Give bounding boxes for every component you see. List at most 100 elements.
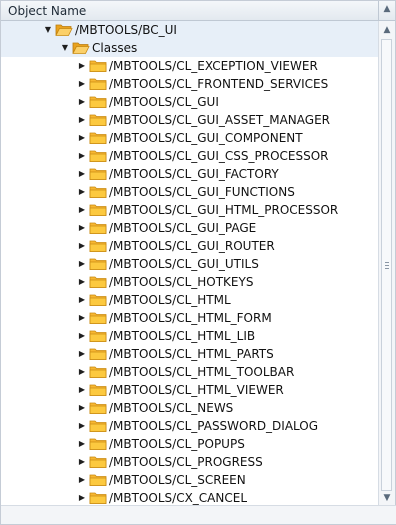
tree-node-class[interactable]: ▶ /MBTOOLS/CL_GUI_HTML_PROCESSOR [1, 201, 379, 219]
tree-node-class[interactable]: ▶ /MBTOOLS/CL_GUI_UTILS [1, 255, 379, 273]
collapse-arrow-icon[interactable]: ▼ [59, 39, 71, 57]
folder-icon [89, 60, 107, 72]
folder-icon [89, 384, 107, 396]
expand-arrow-icon[interactable]: ▶ [76, 93, 88, 111]
object-tree-window: Object Name ▲ ▼ /MBTOOLS/BC_UI ▼ Classes… [0, 0, 396, 525]
folder-icon [89, 438, 107, 450]
tree-node-label: /MBTOOLS/CL_GUI_ROUTER [109, 239, 275, 253]
tree-node-class[interactable]: ▶ /MBTOOLS/CL_HOTKEYS [1, 273, 379, 291]
tree-node-label: /MBTOOLS/CL_GUI_COMPONENT [109, 131, 303, 145]
tree-node-classes[interactable]: ▼ Classes [1, 39, 379, 57]
folder-icon [89, 168, 107, 180]
expand-arrow-icon[interactable]: ▶ [76, 201, 88, 219]
tree-node-class[interactable]: ▶ /MBTOOLS/CL_GUI_COMPONENT [1, 129, 379, 147]
tree-node-label: /MBTOOLS/CL_HTML_TOOLBAR [109, 365, 295, 379]
expand-arrow-icon[interactable]: ▶ [76, 345, 88, 363]
expand-arrow-icon[interactable]: ▶ [76, 381, 88, 399]
folder-icon [89, 366, 107, 378]
tree-node-class[interactable]: ▶ /MBTOOLS/CL_POPUPS [1, 435, 379, 453]
tree-node-class[interactable]: ▶ /MBTOOLS/CL_GUI_CSS_PROCESSOR [1, 147, 379, 165]
expand-arrow-icon[interactable]: ▶ [76, 111, 88, 129]
scroll-up-arrow-icon[interactable]: ▲ [379, 23, 395, 37]
tree-node-label: /MBTOOLS/CL_POPUPS [109, 437, 245, 451]
tree-node-label: /MBTOOLS/CL_HTML_VIEWER [109, 383, 284, 397]
scroll-top-arrow-icon[interactable]: ▲ [379, 4, 395, 14]
tree-node-label: /MBTOOLS/BC_UI [75, 23, 177, 37]
expand-arrow-icon[interactable]: ▶ [76, 219, 88, 237]
tree-node-class[interactable]: ▶ /MBTOOLS/CL_HTML_PARTS [1, 345, 379, 363]
folder-open-icon [55, 24, 73, 36]
tree-node-class[interactable]: ▶ /MBTOOLS/CL_PASSWORD_DIALOG [1, 417, 379, 435]
expand-arrow-icon[interactable]: ▶ [76, 471, 88, 489]
expand-arrow-icon[interactable]: ▶ [76, 75, 88, 93]
column-header-title: Object Name [8, 4, 87, 18]
folder-icon [89, 456, 107, 468]
folder-icon [89, 402, 107, 414]
tree-node-class[interactable]: ▶ /MBTOOLS/CL_GUI_ROUTER [1, 237, 379, 255]
object-tree: ▼ /MBTOOLS/BC_UI ▼ Classes ▶ /MBTOOLS/CL_… [1, 21, 379, 507]
tree-node-label: Classes [92, 41, 138, 55]
folder-icon [89, 114, 107, 126]
tree-node-label: /MBTOOLS/CL_HTML_LIB [109, 329, 256, 343]
folder-icon [89, 132, 107, 144]
tree-node-package[interactable]: ▼ /MBTOOLS/BC_UI [1, 21, 379, 39]
tree-node-label: /MBTOOLS/CL_GUI_ASSET_MANAGER [109, 113, 330, 127]
expand-arrow-icon[interactable]: ▶ [76, 327, 88, 345]
scrollbar-thumb[interactable] [381, 39, 392, 491]
expand-arrow-icon[interactable]: ▶ [76, 363, 88, 381]
expand-arrow-icon[interactable]: ▶ [76, 273, 88, 291]
column-header[interactable]: Object Name [1, 1, 379, 21]
tree-node-class[interactable]: ▶ /MBTOOLS/CL_SCREEN [1, 471, 379, 489]
expand-arrow-icon[interactable]: ▶ [76, 165, 88, 183]
vertical-scrollbar[interactable]: ▲ ▼ [378, 21, 395, 507]
tree-node-class[interactable]: ▶ /MBTOOLS/CL_HTML_TOOLBAR [1, 363, 379, 381]
folder-icon [89, 276, 107, 288]
tree-node-class[interactable]: ▶ /MBTOOLS/CL_NEWS [1, 399, 379, 417]
tree-node-class[interactable]: ▶ /MBTOOLS/CL_GUI [1, 93, 379, 111]
tree-node-class[interactable]: ▶ /MBTOOLS/CL_EXCEPTION_VIEWER [1, 57, 379, 75]
tree-node-label: /MBTOOLS/CL_GUI_CSS_PROCESSOR [109, 149, 329, 163]
expand-arrow-icon[interactable]: ▶ [76, 57, 88, 75]
tree-node-class[interactable]: ▶ /MBTOOLS/CL_GUI_FACTORY [1, 165, 379, 183]
tree-node-class[interactable]: ▶ /MBTOOLS/CL_HTML_VIEWER [1, 381, 379, 399]
expand-arrow-icon[interactable]: ▶ [76, 435, 88, 453]
expand-arrow-icon[interactable]: ▶ [76, 399, 88, 417]
tree-node-label: /MBTOOLS/CL_SCREEN [109, 473, 246, 487]
expand-arrow-icon[interactable]: ▶ [76, 309, 88, 327]
expand-arrow-icon[interactable]: ▶ [76, 237, 88, 255]
folder-icon [89, 96, 107, 108]
tree-node-label: /MBTOOLS/CL_GUI_FACTORY [109, 167, 279, 181]
expand-arrow-icon[interactable]: ▶ [76, 183, 88, 201]
tree-node-class[interactable]: ▶ /MBTOOLS/CL_HTML_LIB [1, 327, 379, 345]
expand-arrow-icon[interactable]: ▶ [76, 129, 88, 147]
collapse-arrow-icon[interactable]: ▼ [42, 21, 54, 39]
expand-arrow-icon[interactable]: ▶ [76, 453, 88, 471]
tree-node-label: /MBTOOLS/CL_GUI_PAGE [109, 221, 257, 235]
tree-node-class[interactable]: ▶ /MBTOOLS/CL_HTML_FORM [1, 309, 379, 327]
tree-node-class[interactable]: ▶ /MBTOOLS/CL_PROGRESS [1, 453, 379, 471]
scrollbar-grip [385, 265, 389, 266]
tree-node-class[interactable]: ▶ /MBTOOLS/CL_HTML [1, 291, 379, 309]
tree-node-label: /MBTOOLS/CL_NEWS [109, 401, 234, 415]
folder-icon [89, 294, 107, 306]
folder-icon [89, 240, 107, 252]
horizontal-scrollbar[interactable] [1, 505, 396, 524]
tree-node-class[interactable]: ▶ /MBTOOLS/CL_GUI_FUNCTIONS [1, 183, 379, 201]
tree-node-label: /MBTOOLS/CL_HTML [109, 293, 231, 307]
expand-arrow-icon[interactable]: ▶ [76, 147, 88, 165]
expand-arrow-icon[interactable]: ▶ [76, 291, 88, 309]
tree-node-class[interactable]: ▶ /MBTOOLS/CL_GUI_PAGE [1, 219, 379, 237]
scroll-down-arrow-icon[interactable]: ▼ [379, 491, 395, 505]
folder-icon [89, 420, 107, 432]
folder-icon [89, 258, 107, 270]
tree-node-label: /MBTOOLS/CL_FRONTEND_SERVICES [109, 77, 329, 91]
expand-arrow-icon[interactable]: ▶ [76, 417, 88, 435]
expand-arrow-icon[interactable]: ▶ [76, 255, 88, 273]
scrollbar-header-corner[interactable]: ▲ [378, 1, 395, 21]
folder-icon [89, 312, 107, 324]
tree-node-class[interactable]: ▶ /MBTOOLS/CL_GUI_ASSET_MANAGER [1, 111, 379, 129]
folder-icon [89, 492, 107, 504]
tree-node-class[interactable]: ▶ /MBTOOLS/CL_FRONTEND_SERVICES [1, 75, 379, 93]
tree-node-label: /MBTOOLS/CL_HTML_FORM [109, 311, 272, 325]
tree-node-label: /MBTOOLS/CL_GUI_UTILS [109, 257, 259, 271]
